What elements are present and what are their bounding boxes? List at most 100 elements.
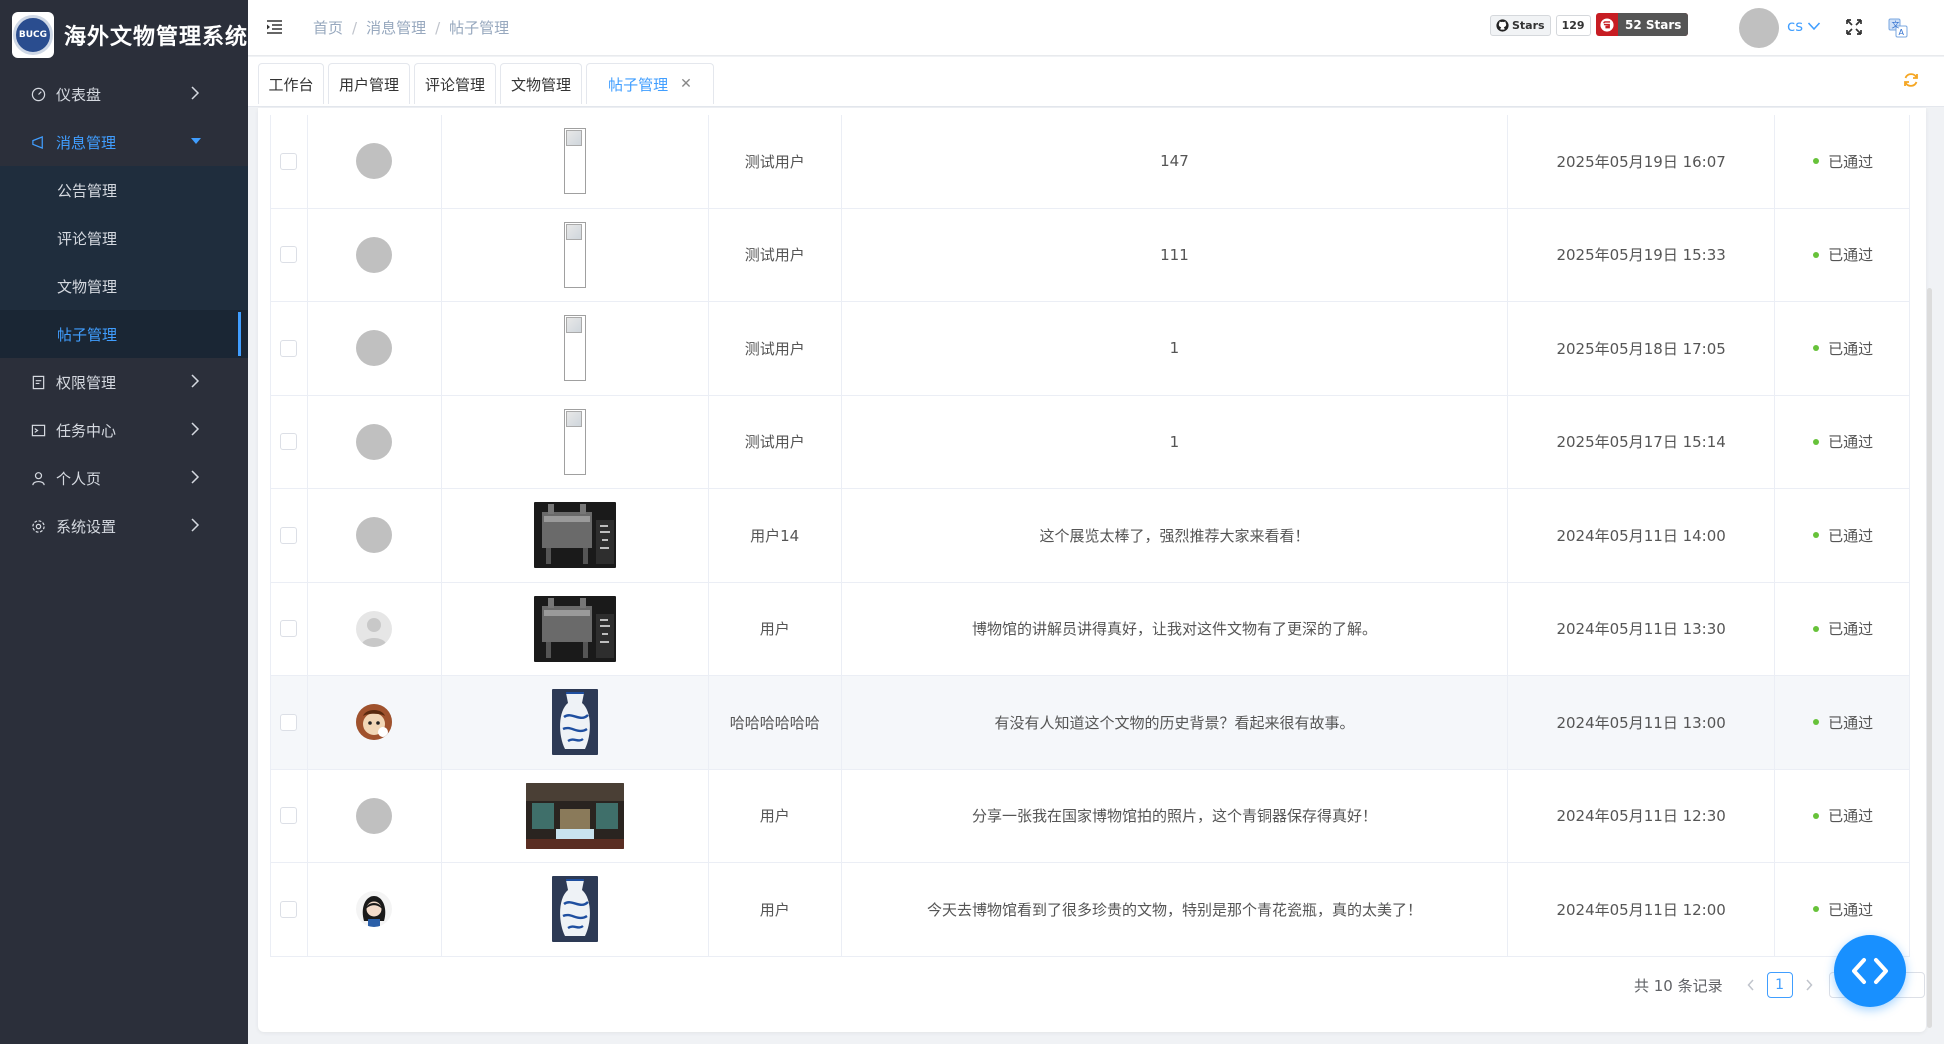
code-fab-button[interactable] (1834, 935, 1906, 1007)
close-icon[interactable]: ✕ (680, 76, 692, 92)
table-row[interactable]: 测试用户 1 2025年05月17日 15:14 已通过 (271, 395, 1910, 489)
time-cell: 2024年05月11日 14:00 (1508, 489, 1776, 582)
time-cell: 2024年05月11日 13:00 (1508, 676, 1776, 769)
sidebar-item-settings[interactable]: 系统设置 (0, 502, 248, 550)
table-row[interactable]: 测试用户 147 2025年05月19日 16:07 已通过 (271, 115, 1910, 209)
avatar (356, 610, 393, 647)
sidebar-item-tasks[interactable]: 任务中心 (0, 406, 248, 454)
content-cell: 1 (842, 302, 1509, 395)
github-icon (1496, 19, 1509, 32)
next-page-icon[interactable] (1797, 973, 1821, 997)
tab-workbench[interactable]: 工作台 (258, 63, 324, 104)
sidebar-item-label: 权限管理 (56, 373, 117, 392)
table-row[interactable]: 用户 今天去博物馆看到了很多珍贵的文物，特别是那个青花瓷瓶，真的太美了！ 202… (271, 863, 1910, 957)
sidebar-item-permissions[interactable]: 权限管理 (0, 358, 248, 406)
table-row[interactable]: 测试用户 111 2025年05月19日 15:33 已通过 (271, 208, 1910, 302)
submenu-messages: 公告管理 评论管理 文物管理 帖子管理 (0, 166, 248, 358)
avatar (356, 517, 393, 554)
status-dot-icon (1813, 438, 1820, 445)
user-menu[interactable]: cs (1787, 17, 1821, 35)
table-row[interactable]: 测试用户 1 2025年05月18日 17:05 已通过 (271, 302, 1910, 396)
sidebar-item-announcements[interactable]: 公告管理 (0, 166, 248, 214)
user-name-cell: 哈哈哈哈哈哈 (709, 676, 842, 769)
broken-image-icon[interactable] (563, 221, 586, 288)
row-checkbox[interactable] (280, 152, 298, 170)
top-header: 首页 / 消息管理 / 帖子管理 Stars 129 52 Stars cs 文… (248, 0, 1944, 56)
prev-page-icon[interactable] (1739, 973, 1763, 997)
user-name-cell: 测试用户 (709, 208, 842, 301)
translate-icon[interactable]: 文A (1888, 18, 1908, 42)
table-row[interactable]: 用户 分享一张我在国家博物馆拍的照片，这个青铜器保存得真好！ 2024年05月1… (271, 769, 1910, 863)
dashboard-icon (30, 86, 46, 102)
pagination-total: 共 10 条记录 (1634, 976, 1723, 995)
breadcrumb-messages[interactable]: 消息管理 (366, 17, 426, 38)
task-icon (30, 422, 46, 438)
tab-relics[interactable]: 文物管理 (500, 63, 582, 104)
row-checkbox[interactable] (280, 620, 298, 638)
status-dot-icon (1813, 812, 1820, 819)
sidebar-item-profile[interactable]: 个人页 (0, 454, 248, 502)
tab-users[interactable]: 用户管理 (328, 63, 410, 104)
message-icon (30, 134, 46, 150)
broken-image-icon[interactable] (563, 315, 586, 382)
fullscreen-icon[interactable] (1845, 18, 1863, 40)
sidebar-item-relics[interactable]: 文物管理 (0, 262, 248, 310)
table-row[interactable]: 用户 博物馆的讲解员讲得真好，让我对这件文物有了更深的了解。 2024年05月1… (271, 582, 1910, 676)
content-cell: 这个展览太棒了，强烈推荐大家来看看！ (842, 489, 1509, 582)
code-icon (1850, 957, 1890, 985)
bronze-vessel-image[interactable] (533, 502, 616, 569)
sidebar-item-label: 系统设置 (56, 517, 117, 536)
table-row[interactable]: 哈哈哈哈哈哈 有没有人知道这个文物的历史背景？看起来很有故事。 2024年05月… (271, 676, 1910, 770)
blue-white-vase-image[interactable] (551, 689, 598, 756)
sidebar-item-posts[interactable]: 帖子管理 (0, 310, 248, 358)
user-name-cell: 用户 (709, 863, 842, 956)
sidebar-item-comments[interactable]: 评论管理 (0, 214, 248, 262)
user-avatar[interactable] (1739, 8, 1779, 48)
table-row[interactable]: 用户14 这个展览太棒了，强烈推荐大家来看看！ 2024年05月11日 14:0… (271, 489, 1910, 583)
time-cell: 2025年05月19日 15:33 (1508, 208, 1776, 301)
breadcrumb-posts: 帖子管理 (449, 19, 510, 37)
status-badge: 已通过 (1775, 582, 1910, 675)
avatar (356, 143, 393, 180)
tab-posts[interactable]: 帖子管理 ✕ (586, 63, 714, 104)
broken-image-icon[interactable] (563, 128, 586, 195)
row-checkbox[interactable] (280, 246, 298, 264)
content-cell: 博物馆的讲解员讲得真好，让我对这件文物有了更深的了解。 (842, 582, 1509, 675)
page-number-button[interactable]: 1 (1766, 972, 1793, 998)
chevron-right-icon (190, 373, 200, 393)
blue-white-vase-image[interactable] (551, 876, 598, 943)
gear-icon (30, 518, 46, 534)
row-checkbox[interactable] (280, 526, 298, 544)
broken-image-icon[interactable] (563, 408, 586, 475)
row-checkbox[interactable] (280, 713, 298, 731)
sidebar-item-messages[interactable]: 消息管理 (0, 118, 248, 166)
row-checkbox[interactable] (280, 900, 298, 918)
breadcrumb-home[interactable]: 首页 (313, 17, 343, 38)
sidebar-item-dashboard[interactable]: 仪表盘 (0, 70, 248, 118)
gitee-icon (1596, 13, 1618, 36)
vertical-scrollbar[interactable] (1924, 108, 1934, 1032)
user-name-cell: 用户 (709, 769, 842, 862)
chevron-right-icon (190, 85, 200, 105)
row-checkbox[interactable] (280, 339, 298, 357)
refresh-icon[interactable] (1902, 71, 1920, 93)
hamburger-icon[interactable] (266, 19, 284, 39)
bronze-vessel-image[interactable] (533, 595, 616, 662)
status-dot-icon (1813, 158, 1820, 165)
permission-icon (30, 374, 46, 390)
app-title: 海外文物管理系统 (63, 25, 248, 50)
avatar (356, 704, 393, 741)
status-dot-icon (1813, 906, 1820, 913)
gitee-stars-badge[interactable]: 52 Stars (1596, 13, 1689, 36)
breadcrumb: 首页 / 消息管理 / 帖子管理 (313, 17, 509, 38)
status-badge: 已通过 (1775, 115, 1910, 208)
github-stars-badge[interactable]: Stars 129 (1490, 15, 1591, 36)
user-name-cell: 用户14 (709, 489, 842, 582)
tab-comments[interactable]: 评论管理 (414, 63, 496, 104)
row-checkbox[interactable] (280, 807, 298, 825)
museum-photo-image[interactable] (525, 782, 624, 849)
app-logo[interactable]: BUCG 海外文物管理系统 (0, 0, 248, 70)
content-cell: 有没有人知道这个文物的历史背景？看起来很有故事。 (842, 676, 1509, 769)
chevron-right-icon (190, 469, 200, 489)
row-checkbox[interactable] (280, 433, 298, 451)
